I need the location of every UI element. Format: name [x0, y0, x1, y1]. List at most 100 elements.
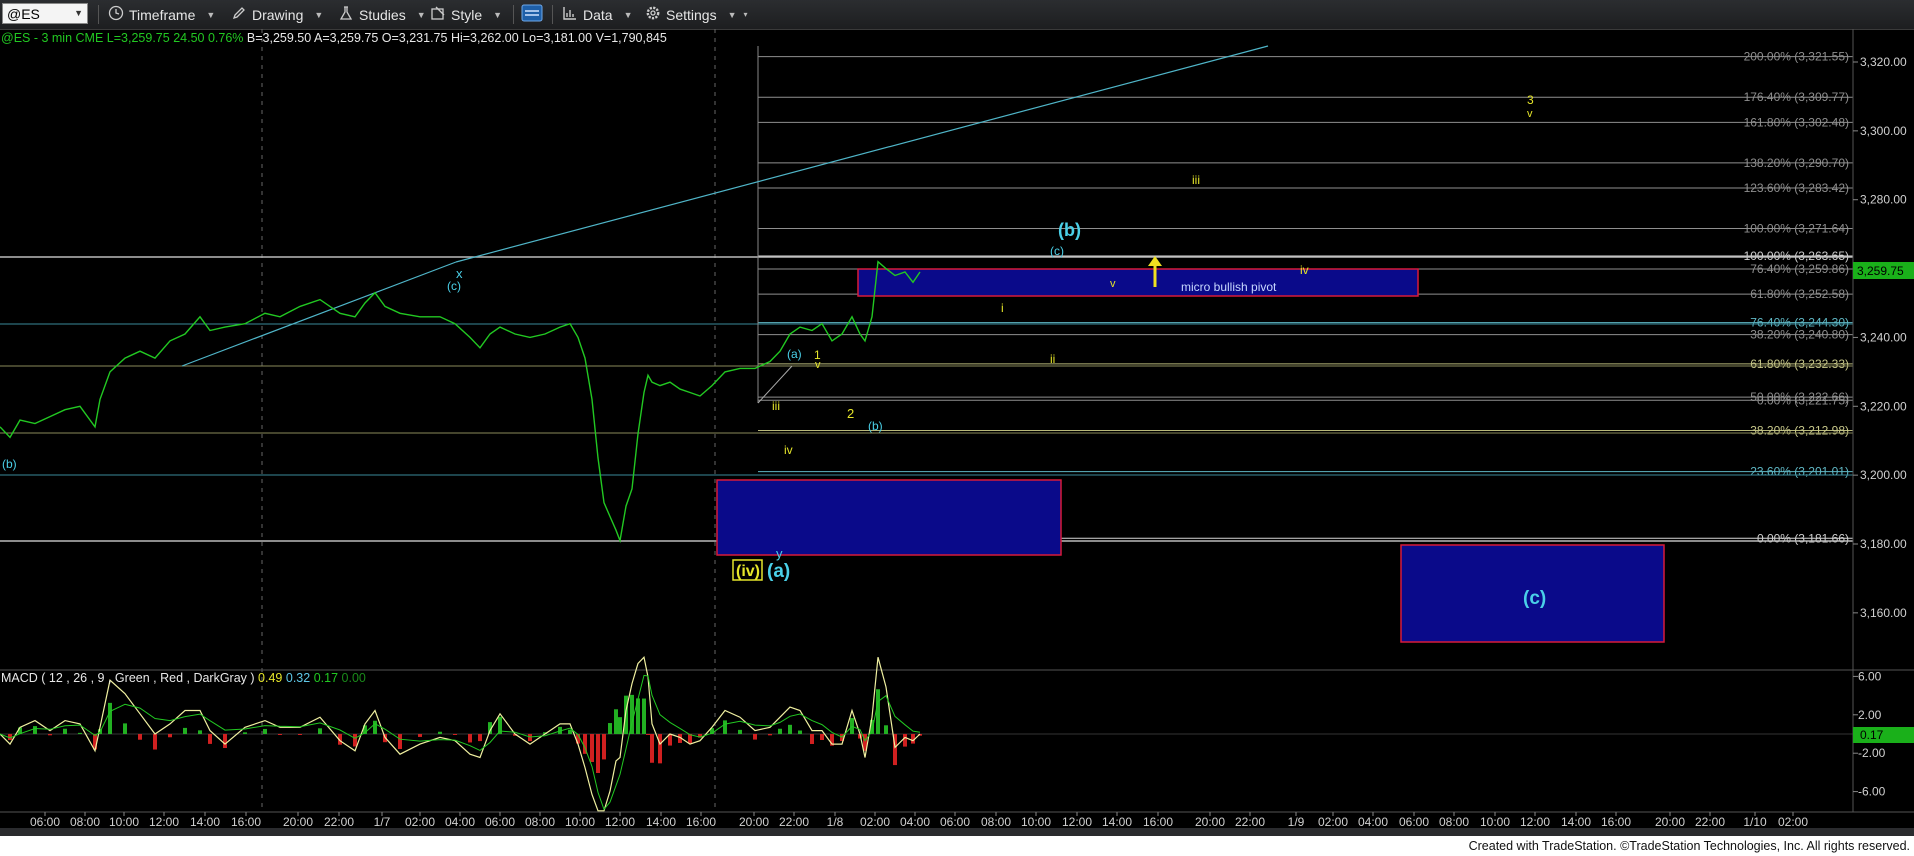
wave-label-c-target: (c)	[1523, 588, 1546, 609]
macd-histogram-bar	[738, 729, 742, 734]
time-tick-label: 16:00	[1143, 815, 1173, 829]
macd-header: MACD ( 12 , 26 , 9 , Green , Red , DarkG…	[1, 671, 366, 685]
macd-histogram-bar	[78, 732, 82, 734]
macd-histogram-bar	[198, 730, 202, 734]
price-tick-label: 3,320.00	[1860, 55, 1907, 69]
data-button[interactable]: Data ▼	[562, 4, 633, 25]
wave-label-a-major: (a)	[767, 561, 790, 582]
time-tick-label: 08:00	[70, 815, 100, 829]
macd-zero-value: 0.00	[341, 671, 366, 685]
time-tick-label: 02:00	[405, 815, 435, 829]
layout-icon	[521, 3, 543, 26]
macd-histogram-bar	[788, 724, 792, 734]
price-tick-label: 3,160.00	[1860, 606, 1907, 620]
price-tick-label: 3,300.00	[1860, 124, 1907, 138]
time-tick-label: 12:00	[605, 815, 635, 829]
symbol-text: @ES	[7, 5, 40, 22]
macd-histogram-bar	[298, 734, 302, 735]
chevron-down-icon: ▼	[314, 9, 324, 20]
macd-histogram-bar	[820, 734, 824, 740]
time-axis: 06:00 08:00 10:00 12:00 14:00 16:00 20:00 22:00…	[30, 812, 1808, 829]
macd-histogram-bar	[108, 702, 112, 734]
time-tick-label: 06:00	[940, 815, 970, 829]
macd-histogram-bar	[318, 728, 322, 734]
layout-button[interactable]	[521, 4, 543, 25]
time-tick-label: 14:00	[190, 815, 220, 829]
macd-histogram-bar	[168, 734, 172, 738]
chevron-down-icon: ▼	[416, 9, 426, 20]
chevron-down-icon: ▼	[493, 9, 503, 20]
studies-button[interactable]: Studies ▼	[338, 4, 426, 25]
macd-histogram-bar	[798, 730, 802, 734]
horizontal-scrollbar[interactable]	[0, 828, 1914, 836]
wave-label-b-major: (b)	[1058, 220, 1081, 240]
time-tick-label: 12:00	[149, 815, 179, 829]
volume: V=1,790,845	[595, 31, 667, 45]
macd-histogram-bar	[138, 734, 142, 740]
wave-label-v-1: v	[815, 359, 821, 371]
macd-histogram-bar	[658, 734, 662, 764]
time-tick-label: 08:00	[981, 815, 1011, 829]
wave-label-iii-small: iii	[772, 399, 780, 413]
time-tick-label: 20:00	[1195, 815, 1225, 829]
chevron-down-icon: ▼	[623, 9, 633, 20]
wave-label-v-tip: v	[1110, 278, 1116, 290]
macd-histogram-bar	[373, 720, 377, 734]
time-tick-label: 1/7	[374, 815, 391, 829]
macd-histogram-bar	[528, 734, 532, 742]
macd-histogram-bar	[208, 734, 212, 744]
time-tick-label: 04:00	[900, 815, 930, 829]
time-tick-label: 02:00	[860, 815, 890, 829]
bar-chart-icon	[562, 5, 578, 24]
macd-histogram-bar	[753, 734, 757, 740]
price-chart[interactable]: 200.00% (3,321.55) 176.40% (3,309.77) 161.…	[0, 29, 1914, 829]
time-tick-label: 06:00	[485, 815, 515, 829]
macd-histogram-bar	[650, 734, 654, 763]
macd-histogram-bar	[618, 717, 622, 734]
wave-label-y: y	[776, 546, 783, 561]
last-price-marker: 3,259.75	[1853, 262, 1914, 279]
macd-histogram-bar	[278, 734, 282, 736]
time-tick-label: 22:00	[779, 815, 809, 829]
drawing-button[interactable]: Drawing ▼	[231, 4, 323, 25]
macd-histogram-bar	[453, 734, 457, 735]
data-label: Data	[583, 6, 613, 23]
macd-histogram-bar	[63, 728, 67, 734]
macd-histogram-bar	[596, 734, 600, 773]
bid-price: B=3,259.50	[246, 31, 312, 45]
macd-histogram-bar	[642, 698, 646, 734]
footer: Created with TradeStation. ©TradeStation…	[0, 836, 1914, 856]
ask-price: A=3,259.75	[314, 31, 379, 45]
macd-last-label: 0.17	[1860, 728, 1884, 742]
macd-signal-value: 0.32	[285, 671, 311, 685]
macd-histogram-bar	[602, 734, 606, 760]
timeframe-button[interactable]: Timeframe ▼	[108, 4, 215, 25]
settings-button[interactable]: Settings ▼ ▾	[645, 4, 748, 25]
macd-histogram-bar	[608, 723, 612, 734]
time-tick-label: 20:00	[283, 815, 313, 829]
chart-toolbar: @ES ▼ Timeframe ▼ Drawing ▼ Studies ▼ St…	[0, 0, 1914, 30]
macd-histogram-bar	[810, 734, 814, 744]
time-tick-label: 02:00	[1318, 815, 1348, 829]
wave-label-iv-major: (iv)	[736, 563, 760, 580]
time-tick-label: 10:00	[565, 815, 595, 829]
time-tick-label: 14:00	[1102, 815, 1132, 829]
price-tick-label: 3,180.00	[1860, 537, 1907, 551]
wave-label-ii: ii	[1050, 352, 1055, 366]
wave-label-b-left: (b)	[2, 457, 17, 471]
style-button[interactable]: Style ▼	[430, 4, 502, 25]
open-price: O=3,231.75	[381, 31, 448, 45]
macd-histogram-bar	[183, 727, 187, 734]
symbol-input[interactable]: @ES ▼	[2, 3, 88, 24]
time-tick-label: 16:00	[686, 815, 716, 829]
pivot-box	[857, 268, 1419, 297]
macd-histogram-bar	[468, 734, 472, 743]
wave-label-a-small: (a)	[787, 347, 802, 361]
macd-histogram-bar	[418, 734, 422, 737]
fib-label: 23.60% (3,201.01)	[1750, 465, 1849, 479]
chevron-down-icon: ▼	[74, 8, 83, 18]
macd-histogram-bar	[646, 734, 650, 735]
price-tick-label: 3,240.00	[1860, 330, 1907, 344]
macd-histogram-bar	[33, 726, 37, 734]
time-tick-label: 16:00	[1601, 815, 1631, 829]
